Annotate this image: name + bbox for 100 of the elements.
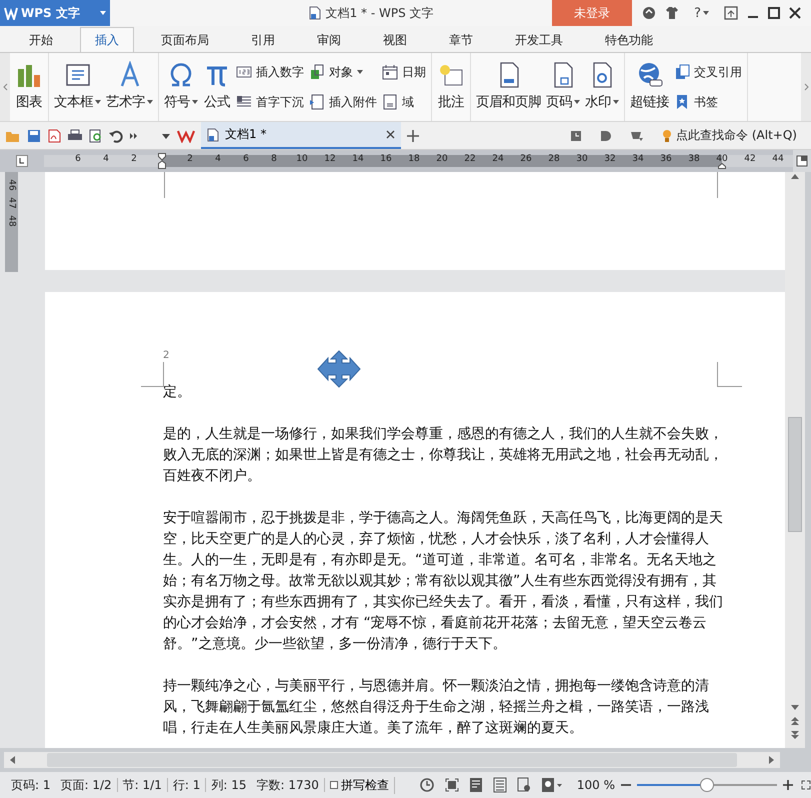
- ribbon-tab[interactable]: 开始: [14, 27, 68, 52]
- indent-marker-icon[interactable]: [158, 153, 166, 169]
- status-field: 页面: 1/2: [56, 778, 118, 792]
- object-icon: [309, 64, 325, 80]
- ribbon-button[interactable]: 图表: [13, 57, 45, 117]
- ribbon-tab[interactable]: 审阅: [302, 27, 356, 52]
- fit-window-icon[interactable]: [801, 780, 811, 790]
- scrollbar-thumb[interactable]: [47, 753, 737, 767]
- scroll-right-icon[interactable]: [804, 83, 808, 91]
- help-button[interactable]: ?: [688, 4, 715, 22]
- ribbon-button[interactable]: 艺术字: [104, 57, 155, 117]
- calendar-icon: [382, 64, 398, 80]
- app-logo-icon[interactable]: [4, 6, 18, 20]
- ribbon-button[interactable]: 批注: [435, 57, 467, 117]
- scroll-left-icon[interactable]: [2, 83, 8, 91]
- ruler-number: 2: [131, 155, 137, 163]
- four-way-arrow-shape[interactable]: [315, 350, 363, 388]
- ribbon-button[interactable]: 交叉引用: [672, 62, 744, 82]
- ruler-number: 48: [6, 215, 16, 227]
- ribbon-button[interactable]: 日期: [380, 62, 428, 82]
- ribbon-button[interactable]: 页眉和页脚: [474, 57, 543, 117]
- document-icon[interactable]: [308, 6, 321, 20]
- ruler-number: 38: [688, 155, 700, 163]
- ruler-number: 12: [324, 155, 336, 163]
- ribbon-button[interactable]: 水印: [583, 57, 621, 117]
- ribbon-button[interactable]: 符号: [162, 57, 200, 117]
- ribbon-button[interactable]: 插入数字: [234, 62, 306, 82]
- status-field: 页码: 1: [6, 778, 56, 792]
- document-tab[interactable]: 文档1 *: [201, 122, 401, 149]
- zoom-reading: 100 %: [576, 778, 616, 792]
- print-icon[interactable]: [67, 128, 83, 142]
- scroll-right-icon[interactable]: [768, 755, 776, 765]
- lightbulb-icon[interactable]: [662, 128, 672, 142]
- ribbon-button[interactable]: 域: [380, 92, 428, 112]
- ruler-number: 6: [243, 155, 249, 163]
- status-field: 节: 1/1: [118, 778, 168, 792]
- ribbon-button[interactable]: 对象: [307, 62, 379, 82]
- ruler-number: 14: [352, 155, 364, 163]
- pdf-export-icon[interactable]: [47, 128, 61, 142]
- shirt-icon[interactable]: [665, 6, 680, 20]
- ribbon-button[interactable]: 公式: [201, 57, 233, 117]
- ruler-number: 4: [215, 155, 221, 163]
- document-icon[interactable]: [207, 128, 219, 142]
- ruler-number: 42: [744, 155, 756, 163]
- app-menu-button[interactable]: WPS 文字: [0, 0, 110, 26]
- undo-icon[interactable]: [109, 128, 123, 142]
- ribbon-button[interactable]: 页码: [544, 57, 582, 117]
- scroll-down-icon[interactable]: [790, 704, 800, 712]
- reading-mode-icon[interactable]: [540, 777, 563, 793]
- command-search[interactable]: 点此查找命令 (Alt+Q): [676, 127, 797, 144]
- ruler-number: 4: [103, 155, 109, 163]
- outline-view-icon[interactable]: [492, 777, 507, 793]
- restore-panel-icon[interactable]: [724, 6, 738, 20]
- close-icon[interactable]: [386, 130, 395, 139]
- ribbon-tab[interactable]: 开发工具: [500, 27, 578, 52]
- page-number: 2: [163, 350, 170, 363]
- scroll-left-icon[interactable]: [8, 755, 16, 765]
- add-tab-icon[interactable]: [407, 130, 419, 142]
- ruler-number: 24: [492, 155, 504, 163]
- spell-check-toggle[interactable]: 拼写检查: [324, 776, 395, 794]
- maximize-icon[interactable]: [768, 7, 780, 19]
- field-icon: [382, 94, 398, 110]
- scrollbar-thumb[interactable]: [788, 417, 802, 532]
- save-icon[interactable]: [27, 128, 41, 142]
- zoom-in-icon[interactable]: [783, 780, 794, 790]
- status-field: 字数: 1730: [251, 778, 325, 792]
- ribbon-tab[interactable]: 页面布局: [146, 27, 224, 52]
- fullscreen-icon[interactable]: [444, 778, 459, 792]
- print-preview-icon[interactable]: [89, 128, 103, 142]
- number-box-icon: [236, 64, 252, 80]
- page-view-icon[interactable]: [468, 777, 483, 793]
- slider-thumb[interactable]: [700, 778, 714, 792]
- ruler-number: 16: [380, 155, 392, 163]
- right-indent-marker-icon[interactable]: [718, 163, 726, 169]
- previous-page-icon[interactable]: [790, 716, 800, 726]
- ribbon-button[interactable]: 文本框: [52, 57, 103, 117]
- ribbon-tab[interactable]: 插入: [80, 27, 134, 52]
- history-icon[interactable]: [418, 777, 435, 793]
- attachment-icon: [309, 94, 325, 110]
- clock-icon[interactable]: [570, 130, 582, 142]
- next-page-icon[interactable]: [790, 730, 800, 740]
- ruler-number: 6: [75, 155, 81, 163]
- close-icon[interactable]: [789, 7, 801, 19]
- split-view-icon[interactable]: [796, 155, 808, 167]
- ruler-number: 34: [632, 155, 644, 163]
- tab-stop-icon[interactable]: [16, 155, 28, 167]
- ruler-number: 28: [548, 155, 560, 163]
- ribbon-tab[interactable]: 视图: [368, 27, 422, 52]
- ribbon-button[interactable]: 书签: [672, 92, 744, 112]
- ribbon-button[interactable]: 首字下沉: [234, 92, 306, 112]
- ribbon-tab[interactable]: 引用: [236, 27, 290, 52]
- web-view-icon[interactable]: [516, 777, 531, 793]
- ruler-number: 2: [187, 155, 193, 163]
- ribbon-button[interactable]: 超链接: [628, 57, 671, 117]
- ribbon-tab[interactable]: 章节: [434, 27, 488, 52]
- ruler-number: 18: [408, 155, 420, 163]
- ruler-number: 10: [296, 155, 308, 163]
- ribbon-tab[interactable]: 特色功能: [590, 27, 668, 52]
- wps-logo-icon[interactable]: [177, 128, 195, 142]
- ribbon-button[interactable]: 插入附件: [307, 92, 379, 112]
